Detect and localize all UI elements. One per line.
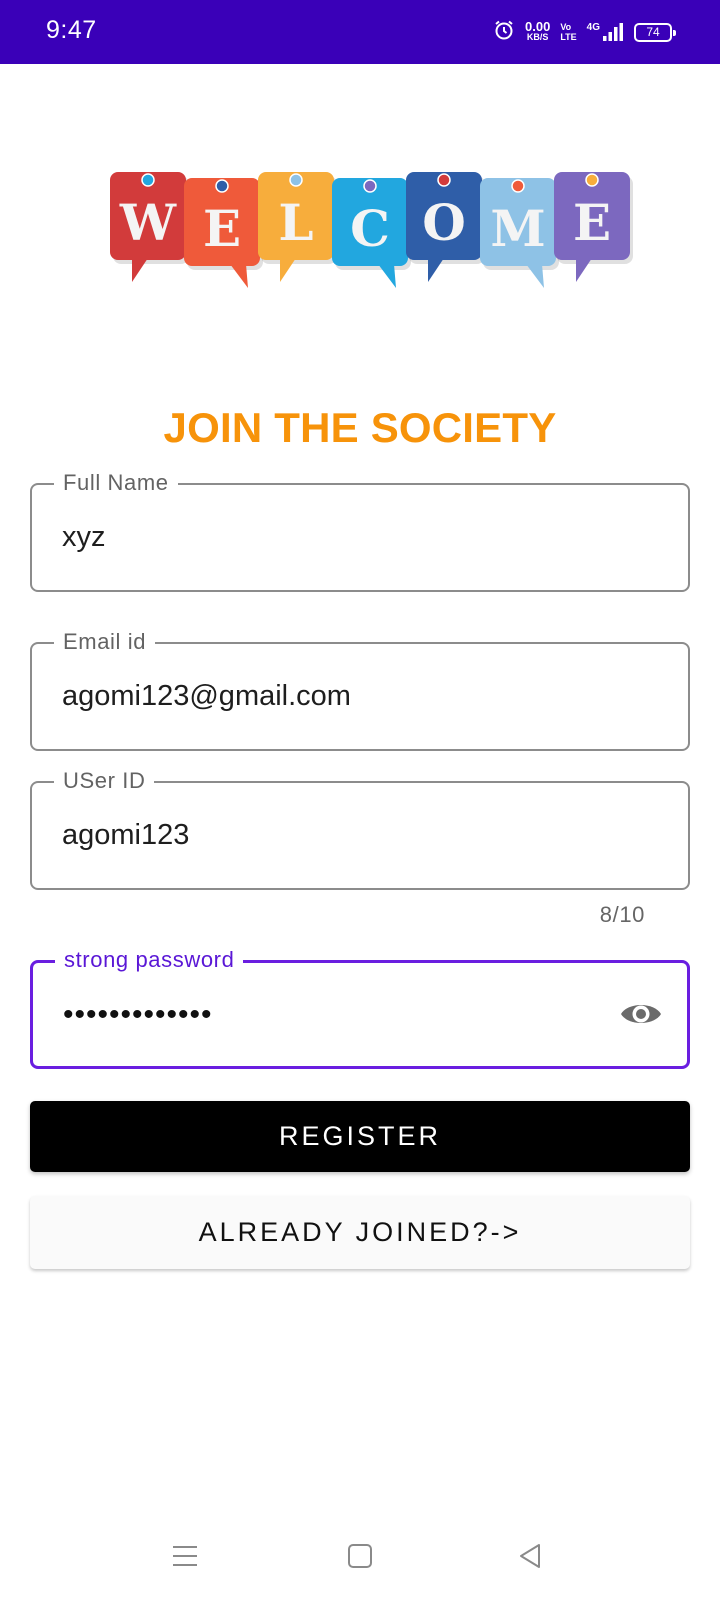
welcome-bubble-1: W [110,172,189,282]
signal-icon: 4G [587,22,624,42]
svg-text:E: E [203,199,241,258]
password-label: strong password [55,947,244,973]
email-field[interactable]: Email id [30,629,690,751]
password-input[interactable]: ••••••••••••• [63,997,213,1033]
net-speed-unit: KB/S [526,32,549,42]
register-button[interactable]: REGISTER [30,1101,690,1172]
volte-icon: Vo LTE [560,22,576,42]
welcome-bubble-4: C [332,178,411,288]
full-name-input[interactable] [62,485,622,590]
svg-text:M: M [490,199,545,258]
email-input[interactable] [62,644,622,749]
welcome-bubble-3: L [258,172,337,282]
welcome-bubble-7: E [554,172,633,282]
password-field[interactable]: strong password ••••••••••••• [30,947,690,1069]
network-type: 4G [586,22,600,33]
welcome-bubble-5: O [406,172,485,282]
home-square-icon[interactable] [335,1534,385,1578]
welcome-bubble-6: M [480,178,559,288]
eye-icon[interactable] [617,997,665,1031]
menu-icon[interactable] [160,1534,210,1578]
battery-level: 74 [646,25,660,39]
already-joined-button[interactable]: ALREADY JOINED?-> [30,1196,690,1269]
svg-text:E: E [573,193,611,252]
nav-bar [0,1520,720,1600]
svg-text:C: C [350,199,390,258]
status-icons: 0.00 KB/S Vo LTE 4G 74 [493,18,676,46]
welcome-banner: WELCOME [108,166,658,296]
page-title: JOIN THE SOCIETY [163,404,557,451]
status-time: 9:47 [46,16,97,44]
user-id-input[interactable] [62,783,622,888]
welcome-bubble-2: E [184,178,263,288]
volte-bottom: LTE [560,32,577,42]
volte-top: Vo [560,22,572,32]
svg-text:W: W [119,193,177,252]
alarm-icon [493,19,515,46]
battery-icon: 74 [634,22,676,42]
back-triangle-icon[interactable] [505,1534,555,1578]
full-name-field[interactable]: Full Name [30,470,690,592]
welcome-banner-graphic: WELCOME [110,172,633,288]
user-id-field[interactable]: USer ID [30,768,690,890]
user-id-char-counter: 8/10 [599,902,645,927]
svg-text:L: L [278,193,313,252]
svg-text:O: O [422,193,466,252]
status-bar: 9:47 0.00 KB/S Vo LTE 4G 74 [0,0,720,64]
net-speed-value: 0.00 [525,19,551,34]
net-speed: 0.00 KB/S [525,19,551,43]
